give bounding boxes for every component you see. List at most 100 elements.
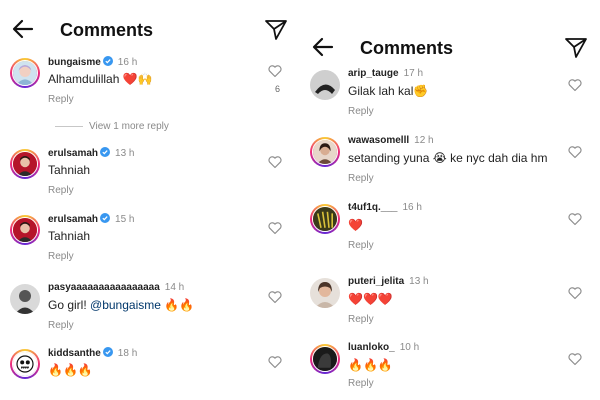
user-mention[interactable]: @bungaisme — [90, 298, 161, 312]
like-button[interactable] — [568, 286, 582, 300]
timestamp: 18 h — [117, 348, 138, 359]
username[interactable]: arip_tauge — [348, 68, 399, 79]
heart-outline-icon — [268, 291, 282, 304]
like-button[interactable] — [568, 352, 582, 366]
comment-item: bungaisme 16 h Alhamdulillah ❤️🙌 Reply 6 — [0, 56, 300, 116]
comment-text: Gilak lah kal✊ — [348, 84, 429, 98]
comment-text: 🔥🔥🔥 — [48, 363, 93, 377]
comment-header: luanloko_ 10 h — [348, 342, 419, 353]
timestamp: 14 h — [164, 282, 185, 293]
like-button[interactable] — [268, 221, 282, 235]
comment-header: kiddsanthe 18 h — [48, 347, 137, 359]
reply-button[interactable]: Reply — [348, 378, 374, 389]
comment-header: arip_tauge 17 h — [348, 68, 423, 79]
username[interactable]: puteri_jelita — [348, 276, 404, 287]
username[interactable]: wawasomelll — [348, 135, 409, 146]
comments-header: Comments — [0, 10, 300, 50]
reply-button[interactable]: Reply — [348, 106, 374, 117]
timestamp: 16 h — [402, 202, 422, 213]
comment-header: erulsamah 13 h — [48, 147, 135, 159]
comment-item: arip_tauge 17 h Gilak lah kal✊ Reply — [300, 68, 600, 128]
avatar[interactable] — [310, 204, 340, 234]
verified-badge-icon — [100, 147, 111, 157]
avatar[interactable] — [310, 137, 340, 167]
like-button[interactable] — [568, 145, 582, 159]
paper-plane-icon — [565, 38, 587, 58]
heart-outline-icon — [268, 356, 282, 369]
username[interactable]: pasyaaaaaaaaaaaaaaaa — [48, 282, 160, 293]
username[interactable]: t4uf1q.___ — [348, 202, 397, 213]
avatar[interactable] — [310, 70, 340, 100]
like-button[interactable] — [268, 64, 282, 78]
heart-outline-icon — [268, 65, 282, 78]
comment-text-part: 🔥🔥 — [160, 298, 195, 312]
avatar[interactable] — [10, 284, 40, 314]
heart-outline-icon — [568, 287, 582, 300]
comment-header: t4uf1q.___ 16 h — [348, 202, 422, 213]
comment-header: puteri_jelita 13 h — [348, 276, 429, 287]
username[interactable]: kiddsanthe — [48, 348, 101, 359]
avatar[interactable] — [310, 344, 340, 374]
comment-header: erulsamah 15 h — [48, 213, 135, 225]
timestamp: 12 h — [414, 135, 434, 146]
back-button[interactable] — [10, 16, 36, 42]
comments-header: Comments — [300, 28, 600, 68]
comments-panel-left: Comments bungaisme 16 h Alhamdulillah ❤️🙌… — [0, 0, 300, 400]
timestamp: 13 h — [115, 148, 135, 159]
heart-outline-icon — [268, 222, 282, 235]
comment-item: erulsamah 15 h Tahniah Reply — [0, 213, 300, 273]
username[interactable]: erulsamah — [48, 148, 98, 159]
share-button[interactable] — [564, 36, 588, 60]
timestamp: 16 h — [117, 57, 138, 68]
share-button[interactable] — [264, 18, 288, 42]
like-button[interactable] — [268, 155, 282, 169]
like-button[interactable] — [568, 78, 582, 92]
avatar[interactable] — [10, 215, 40, 245]
comment-header: bungaisme 16 h — [48, 56, 137, 68]
comment-text-part: Go girl! — [48, 298, 91, 312]
page-title: Comments — [360, 38, 454, 58]
paper-plane-icon — [265, 20, 287, 40]
avatar[interactable] — [310, 278, 340, 308]
view-more-replies[interactable]: View 1 more reply — [55, 121, 169, 132]
reply-button[interactable]: Reply — [348, 173, 374, 184]
like-button[interactable] — [268, 355, 282, 369]
reply-button[interactable]: Reply — [348, 240, 374, 251]
comments-panel-right: Comments arip_tauge 17 h Gilak lah kal✊ R… — [300, 0, 600, 400]
like-count: 6 — [274, 84, 280, 94]
verified-badge-icon — [102, 347, 113, 357]
username[interactable]: bungaisme — [48, 57, 101, 68]
comment-text: setanding yuna 😭 ke nyc dah dia hm — [348, 151, 548, 165]
arrow-left-icon — [312, 37, 334, 57]
comment-item: t4uf1q.___ 16 h ❤️ Reply — [300, 202, 600, 262]
username[interactable]: erulsamah — [48, 214, 98, 225]
comment-item: puteri_jelita 13 h ❤️❤️❤️ Reply — [300, 276, 600, 336]
comment-header: wawasomelll 12 h — [348, 135, 434, 146]
heart-outline-icon — [568, 353, 582, 366]
timestamp: 10 h — [399, 342, 420, 353]
comment-item: erulsamah 13 h Tahniah Reply — [0, 147, 300, 207]
heart-outline-icon — [268, 156, 282, 169]
comment-text: Tahniah — [48, 229, 91, 243]
timestamp: 17 h — [403, 68, 424, 79]
reply-button[interactable]: Reply — [48, 320, 74, 331]
reply-button[interactable]: Reply — [48, 94, 74, 105]
page-title: Comments — [60, 20, 154, 40]
timestamp: 13 h — [409, 276, 429, 287]
username[interactable]: luanloko_ — [348, 342, 395, 353]
comment-item: wawasomelll 12 h setanding yuna 😭 ke nyc … — [300, 135, 600, 195]
comment-header: pasyaaaaaaaaaaaaaaaa 14 h — [48, 282, 184, 293]
like-button[interactable] — [568, 212, 582, 226]
avatar[interactable] — [10, 349, 40, 379]
heart-outline-icon — [568, 146, 582, 159]
reply-button[interactable]: Reply — [348, 314, 374, 325]
comment-text: ❤️❤️❤️ — [348, 292, 393, 306]
avatar[interactable] — [10, 58, 40, 88]
like-button[interactable] — [268, 290, 282, 304]
back-button[interactable] — [310, 34, 336, 60]
reply-button[interactable]: Reply — [48, 185, 74, 196]
heart-outline-icon — [568, 79, 582, 92]
avatar[interactable] — [10, 149, 40, 179]
comment-item: luanloko_ 10 h 🔥🔥🔥 Reply — [300, 342, 600, 400]
reply-button[interactable]: Reply — [48, 251, 74, 262]
